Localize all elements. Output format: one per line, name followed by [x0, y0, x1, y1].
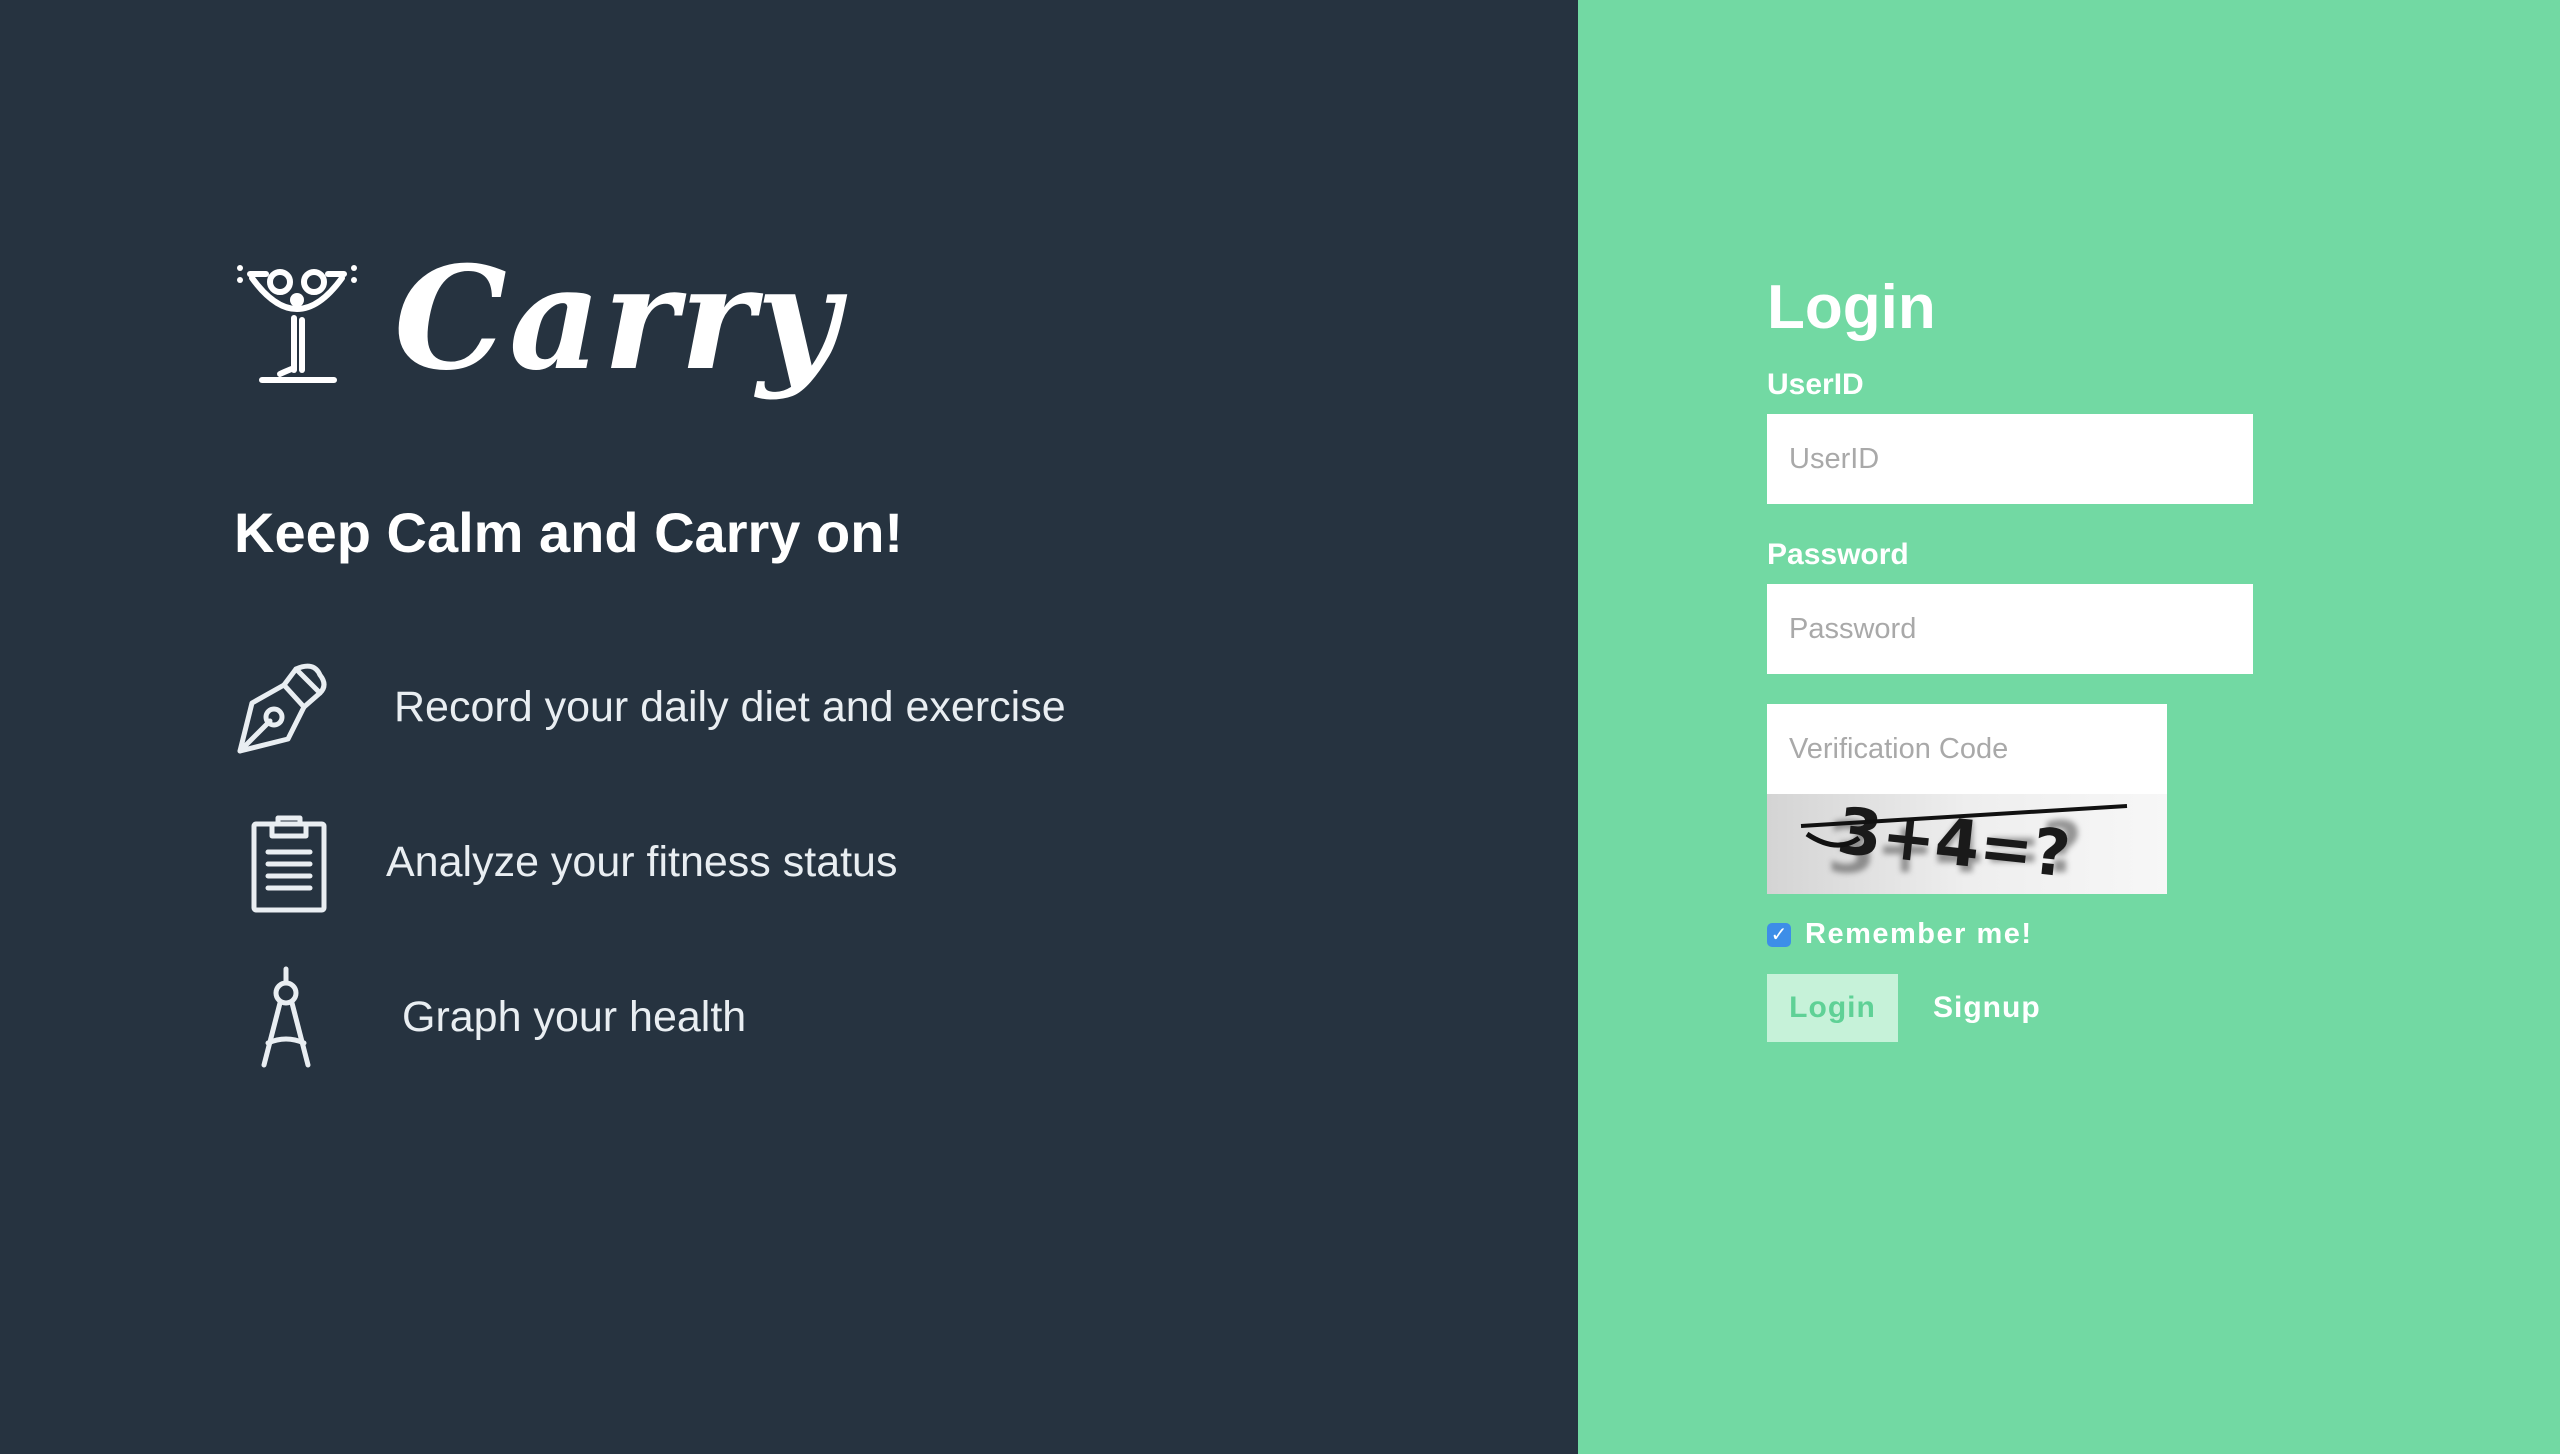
remember-me[interactable]: ✓ Remember me! [1767, 918, 2033, 951]
remember-label: Remember me! [1805, 918, 2033, 950]
captcha-image[interactable]: 3+4=? 3+4=? [1767, 794, 2167, 894]
compass-icon [261, 966, 311, 1068]
password-label: Password [1767, 538, 1909, 571]
brand-name: Carry [394, 236, 842, 402]
login-title: Login [1767, 273, 1936, 342]
feature-record: Record your daily diet and exercise [232, 655, 1066, 759]
userid-input[interactable] [1767, 414, 2253, 504]
tagline: Keep Calm and Carry on! [234, 501, 904, 564]
clipboard-icon [251, 815, 327, 913]
verification-code-input[interactable] [1767, 704, 2167, 794]
feature-graph-text: Graph your health [402, 992, 747, 1041]
captcha-group: 3+4=? 3+4=? [1767, 704, 2167, 894]
feature-analyze-text: Analyze your fitness status [386, 837, 898, 886]
brand-logo: Carry [232, 240, 839, 400]
feature-graph: Graph your health [240, 965, 746, 1069]
feature-analyze: Analyze your fitness status [240, 810, 897, 914]
password-input[interactable] [1767, 584, 2253, 674]
pen-nib-icon [237, 663, 327, 754]
login-page: Carry Keep Calm and Carry on! Record you… [0, 0, 2560, 1454]
login-button[interactable]: Login [1767, 974, 1898, 1042]
intro-panel: Carry Keep Calm and Carry on! Record you… [0, 0, 1578, 1454]
weightlifter-icon [237, 265, 357, 383]
userid-label: UserID [1767, 368, 1864, 401]
feature-record-text: Record your daily diet and exercise [394, 682, 1066, 731]
remember-checkbox[interactable]: ✓ [1767, 922, 1791, 947]
signup-link[interactable]: Signup [1933, 974, 2041, 1042]
